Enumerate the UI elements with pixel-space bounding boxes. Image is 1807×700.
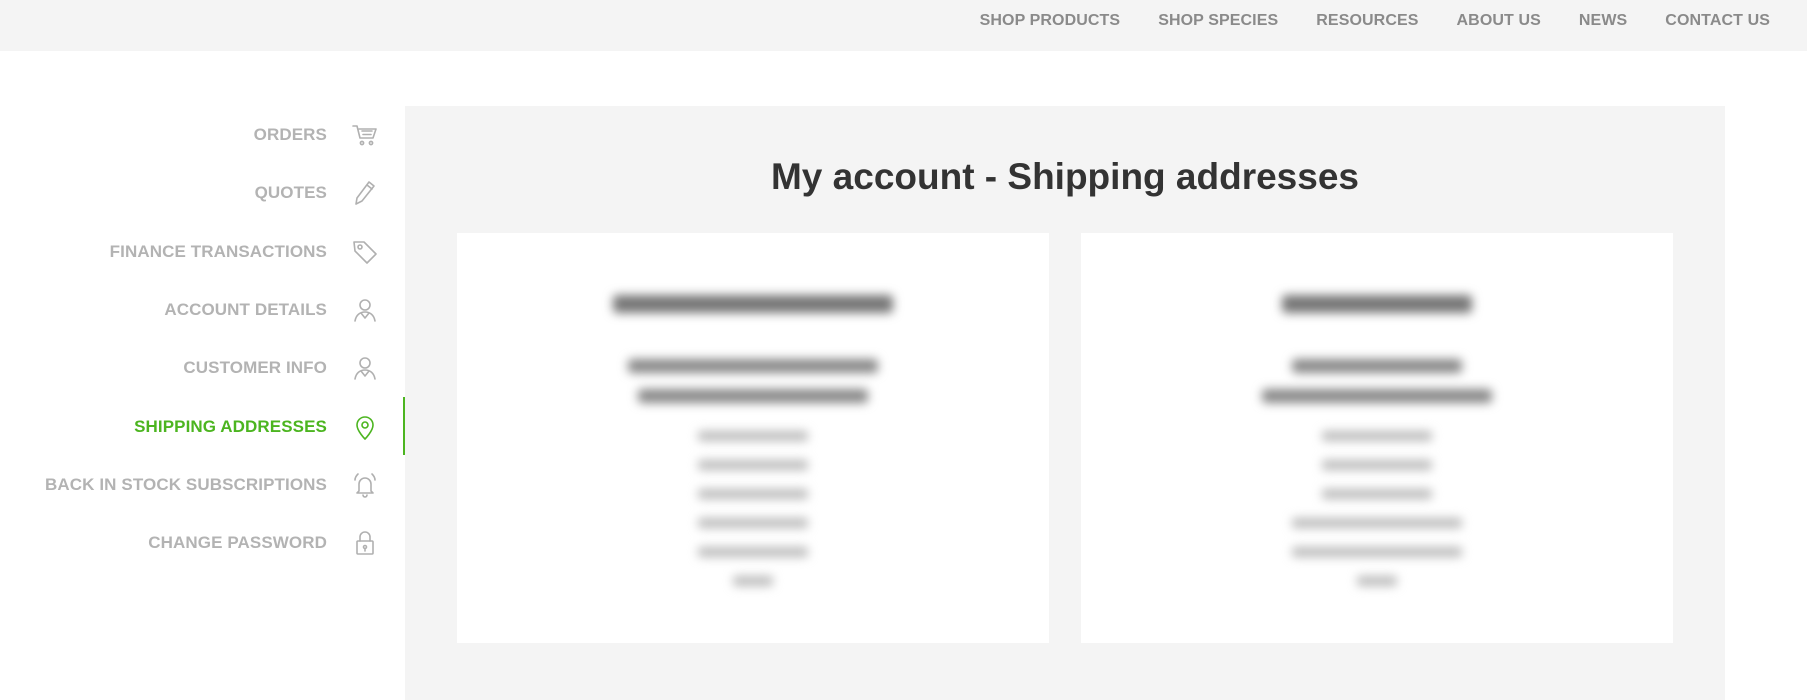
top-navigation-bar: SHOP PRODUCTS SHOP SPECIES RESOURCES ABO… bbox=[0, 0, 1807, 51]
sidebar-item-account-details[interactable]: ACCOUNT DETAILS bbox=[0, 281, 405, 339]
pencil-icon bbox=[351, 179, 379, 207]
nav-news[interactable]: NEWS bbox=[1579, 12, 1627, 30]
redacted-address-content bbox=[457, 295, 1049, 586]
top-nav: SHOP PRODUCTS SHOP SPECIES RESOURCES ABO… bbox=[980, 0, 1770, 41]
sidebar-item-back-in-stock-subscriptions[interactable]: BACK IN STOCK SUBSCRIPTIONS bbox=[0, 456, 405, 514]
tag-icon bbox=[351, 238, 379, 266]
sidebar-item-label: ACCOUNT DETAILS bbox=[164, 300, 327, 320]
bell-icon bbox=[351, 471, 379, 499]
redacted-address-content bbox=[1081, 295, 1673, 586]
lock-icon bbox=[351, 529, 379, 557]
sidebar-item-label: BACK IN STOCK SUBSCRIPTIONS bbox=[45, 474, 327, 494]
sidebar-item-label: CUSTOMER INFO bbox=[183, 358, 327, 378]
sidebar-item-label: SHIPPING ADDRESSES bbox=[134, 416, 327, 436]
sidebar-item-finance-transactions[interactable]: FINANCE TRANSACTIONS bbox=[0, 223, 405, 281]
nav-contact-us[interactable]: CONTACT US bbox=[1665, 12, 1770, 30]
sidebar-item-orders[interactable]: ORDERS bbox=[0, 106, 405, 164]
sidebar-item-customer-info[interactable]: CUSTOMER INFO bbox=[0, 339, 405, 397]
nav-shop-species[interactable]: SHOP SPECIES bbox=[1158, 12, 1278, 30]
sidebar-item-shipping-addresses[interactable]: SHIPPING ADDRESSES bbox=[0, 397, 405, 456]
nav-resources[interactable]: RESOURCES bbox=[1316, 12, 1418, 30]
sidebar-item-label: CHANGE PASSWORD bbox=[148, 533, 327, 553]
address-card[interactable] bbox=[457, 233, 1049, 643]
sidebar-item-change-password[interactable]: CHANGE PASSWORD bbox=[0, 514, 405, 572]
page-title: My account - Shipping addresses bbox=[770, 156, 1359, 197]
sidebar-item-label: ORDERS bbox=[253, 125, 327, 145]
cart-icon bbox=[351, 121, 379, 149]
sidebar-item-quotes[interactable]: QUOTES bbox=[0, 164, 405, 222]
sidebar-item-label: QUOTES bbox=[254, 183, 327, 203]
account-sidebar: ORDERS QUOTES FINANCE TRANSACTIONS ACCOU… bbox=[0, 106, 405, 572]
nav-about-us[interactable]: ABOUT US bbox=[1457, 12, 1541, 30]
address-card[interactable] bbox=[1081, 233, 1673, 643]
sidebar-item-label: FINANCE TRANSACTIONS bbox=[109, 241, 327, 261]
user-icon bbox=[351, 354, 379, 382]
user-icon bbox=[351, 296, 379, 324]
location-pin-icon bbox=[351, 413, 379, 441]
nav-shop-products[interactable]: SHOP PRODUCTS bbox=[980, 12, 1121, 30]
main-content-panel: My account - Shipping addresses bbox=[405, 106, 1725, 700]
